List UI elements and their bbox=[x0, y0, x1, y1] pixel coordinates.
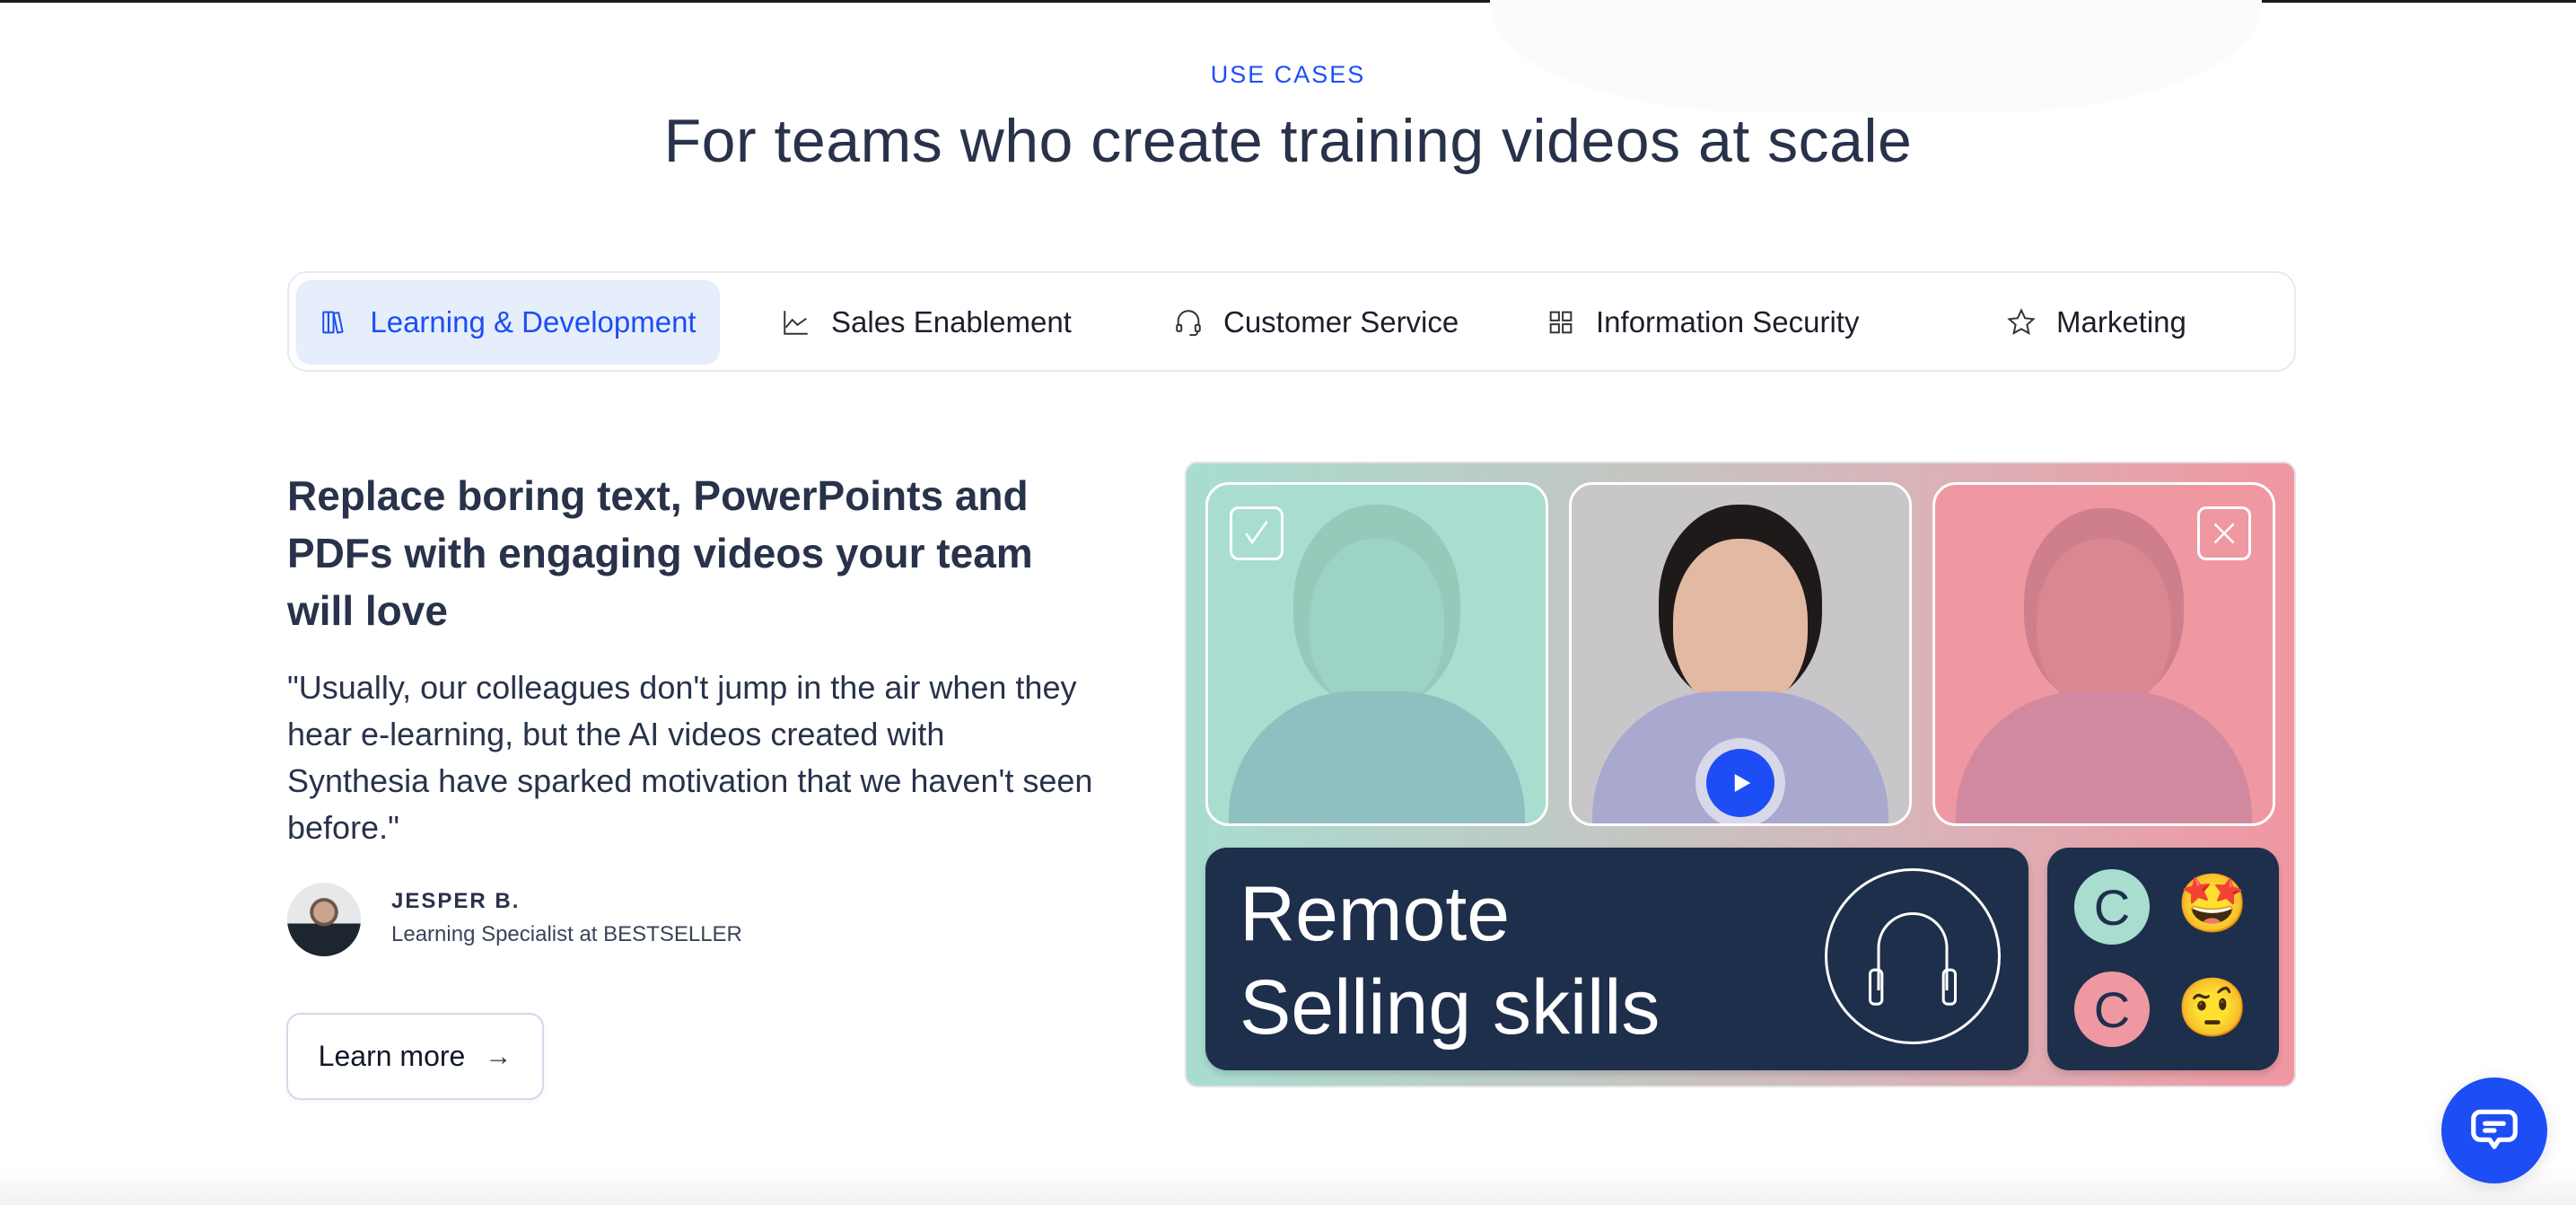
background-decoration bbox=[1490, 0, 2262, 112]
line-chart-icon bbox=[784, 311, 808, 335]
course-title-line-1: Remote bbox=[1240, 871, 1511, 957]
tab-label: Marketing bbox=[2056, 305, 2186, 339]
learn-more-label: Learn more bbox=[318, 1040, 466, 1072]
section-title: For teams who create training videos at … bbox=[663, 107, 1913, 175]
course-title: Remote Selling skills bbox=[1240, 867, 1660, 1054]
use-case-heading: Replace boring text, PowerPoints and PDF… bbox=[287, 472, 1033, 634]
raised-eyebrow-emoji-icon: 🤨 bbox=[2177, 974, 2248, 1040]
play-icon bbox=[1706, 749, 1774, 817]
course-title-card: Remote Selling skills bbox=[1205, 848, 2028, 1070]
avatar-figure bbox=[1673, 539, 1808, 709]
avatar-figure-body bbox=[1229, 691, 1525, 823]
checkbox-checked-icon bbox=[1230, 506, 1284, 560]
reaction-avatar: C bbox=[2074, 869, 2150, 945]
chat-icon bbox=[2471, 1109, 2518, 1149]
tab-marketing[interactable]: Marketing bbox=[2006, 280, 2186, 365]
avatar-figure bbox=[2037, 539, 2171, 709]
tab-label: Sales Enablement bbox=[831, 305, 1072, 339]
section-eyebrow: USE CASES bbox=[1210, 61, 1366, 88]
avatar-card-approved bbox=[1205, 482, 1548, 826]
headset-icon bbox=[1176, 310, 1201, 337]
star-struck-emoji-icon: 🤩 bbox=[2177, 870, 2248, 936]
headphones-icon bbox=[1825, 868, 2001, 1044]
learn-more-button[interactable]: Learn more → bbox=[286, 1013, 544, 1100]
course-title-line-2: Selling skills bbox=[1240, 964, 1660, 1051]
star-icon bbox=[2007, 308, 2036, 335]
tab-label: Learning & Development bbox=[370, 305, 697, 339]
arrow-right-icon: → bbox=[485, 1041, 513, 1071]
avatar-card-rejected bbox=[1932, 482, 2275, 826]
tab-label: Customer Service bbox=[1223, 305, 1459, 339]
tab-information-security[interactable]: Information Security bbox=[1546, 280, 1859, 365]
reactions-card: C 🤩 C 🤨 bbox=[2047, 848, 2279, 1070]
avatar-figure bbox=[1310, 539, 1444, 709]
chat-launcher-button[interactable] bbox=[2441, 1077, 2547, 1183]
play-button[interactable] bbox=[1695, 738, 1785, 823]
tab-label: Information Security bbox=[1596, 305, 1860, 339]
tab-learning-development[interactable]: Learning & Development bbox=[296, 280, 720, 365]
section-bottom-fade bbox=[0, 1167, 2576, 1205]
avatar bbox=[287, 883, 361, 956]
testimonial-quote: "Usually, our colleagues don't jump in t… bbox=[287, 669, 1093, 846]
testimonial-role: Learning Specialist at BESTSELLER bbox=[391, 922, 742, 946]
testimonial-name: JESPER B. bbox=[391, 889, 521, 913]
close-icon bbox=[2197, 506, 2251, 560]
tab-sales-enablement[interactable]: Sales Enablement bbox=[781, 280, 1072, 365]
reaction-avatar: C bbox=[2074, 972, 2150, 1047]
avatar-card-selected bbox=[1569, 482, 1912, 826]
grid-icon bbox=[1549, 311, 1573, 334]
video-preview-panel: Remote Selling skills C 🤩 C 🤨 bbox=[1185, 462, 2296, 1087]
use-case-tabs: Learning & Development Sales Enablement … bbox=[287, 271, 2296, 372]
tab-customer-service[interactable]: Customer Service bbox=[1173, 280, 1459, 365]
avatar-figure-body bbox=[1956, 691, 2252, 823]
books-icon bbox=[322, 311, 344, 334]
